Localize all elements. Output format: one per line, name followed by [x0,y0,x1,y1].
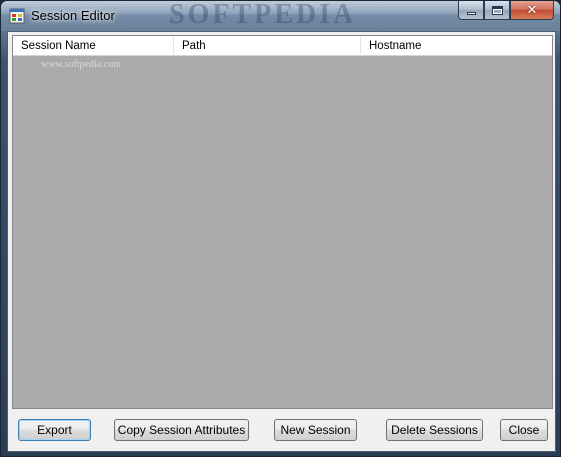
session-editor-window: Session Editor SOFTPEDIA ✕ Session Name … [0,0,561,457]
client-area: Session Name Path Hostname www.softpedia… [7,31,556,452]
window-title: Session Editor [31,8,115,23]
maximize-button[interactable] [484,1,510,20]
close-window-button[interactable]: ✕ [510,1,554,20]
close-icon: ✕ [526,2,538,18]
maximize-icon [491,5,503,15]
column-header-session-name[interactable]: Session Name [13,36,174,56]
close-button[interactable]: Close [500,419,548,441]
minimize-icon [466,11,476,15]
column-header-path[interactable]: Path [174,36,361,56]
app-icon [9,8,25,24]
softpedia-watermark: SOFTPEDIA [169,0,357,30]
delete-sessions-button[interactable]: Delete Sessions [386,419,483,441]
copy-session-attributes-button[interactable]: Copy Session Attributes [114,419,249,441]
export-button[interactable]: Export [18,419,91,441]
caption-buttons: ✕ [458,1,554,20]
list-body[interactable]: www.softpedia.com [13,56,552,408]
title-bar[interactable]: Session Editor SOFTPEDIA ✕ [1,0,560,31]
minimize-button[interactable] [458,1,484,20]
column-header-hostname[interactable]: Hostname [361,36,552,56]
new-session-button[interactable]: New Session [274,419,357,441]
sessions-list[interactable]: Session Name Path Hostname www.softpedia… [12,35,553,409]
list-header: Session Name Path Hostname [13,36,552,56]
softpedia-url-watermark: www.softpedia.com [41,59,121,70]
